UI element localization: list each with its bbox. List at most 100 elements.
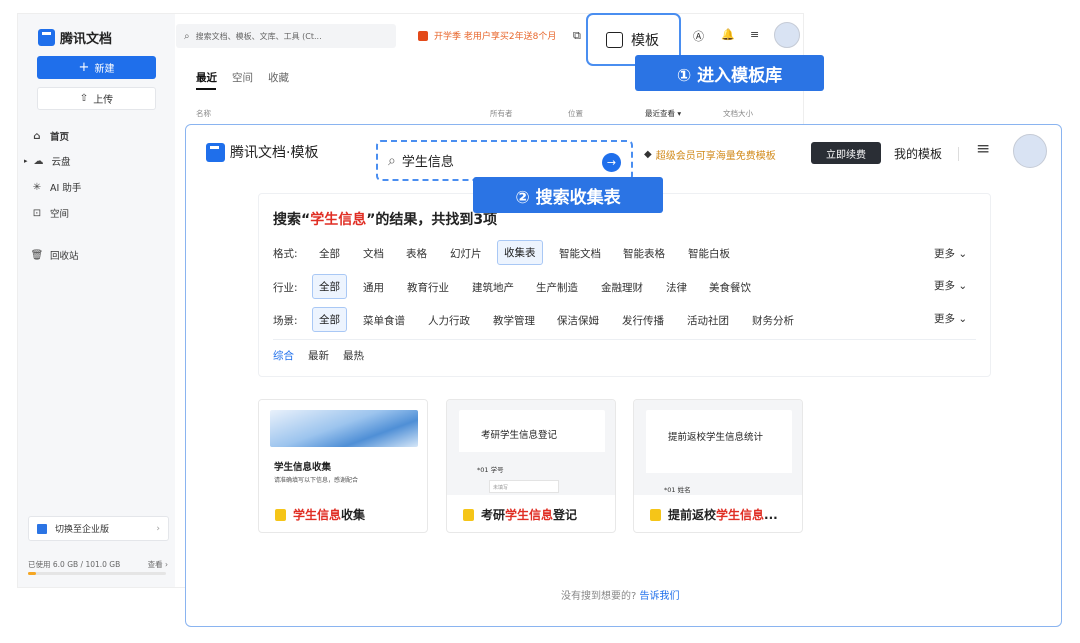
form-preview: 考研学生信息登记 *01 学号 未填写 bbox=[459, 410, 605, 495]
tab-underline bbox=[196, 88, 216, 90]
search-icon: ⌕ bbox=[388, 152, 396, 169]
thumb-field: *01 姓名 bbox=[664, 486, 691, 494]
step1-callout: ① 进入模板库 bbox=[635, 55, 824, 91]
filter-option[interactable]: 法律 bbox=[666, 280, 687, 295]
result-suffix: ”的结果，共找到3项 bbox=[366, 212, 498, 228]
filter-option[interactable]: 金融理财 bbox=[601, 280, 643, 295]
feedback-link[interactable]: 告诉我们 bbox=[640, 591, 680, 602]
template-thumbnail: 学生信息收集 请准确填写以下信息，感谢配合 bbox=[259, 400, 427, 495]
thumb-subtitle: 请准确填写以下信息，感谢配合 bbox=[274, 477, 359, 484]
vip-banner[interactable]: ◆ 超级会员可享海量免费模板 bbox=[644, 147, 776, 162]
thumb-title: 学生信息收集 bbox=[274, 462, 332, 473]
template-button[interactable]: 模板 bbox=[606, 30, 659, 50]
search-icon: ⌕ bbox=[184, 30, 190, 42]
sidebar-item-label: 云盘 bbox=[51, 157, 71, 168]
filter-option[interactable]: 表格 bbox=[406, 246, 427, 261]
enterprise-switch-button[interactable]: 切换至企业版 › bbox=[28, 516, 169, 541]
more-label: 更多 bbox=[934, 248, 955, 260]
template-logo[interactable]: 腾讯文档·模板 bbox=[206, 142, 318, 162]
filter-option-selected[interactable]: 全部 bbox=[312, 307, 347, 332]
sidebar-item-cloud[interactable]: ▸ ☁ 云盘 bbox=[24, 152, 71, 170]
more-label: 更多 bbox=[934, 280, 955, 292]
menu-icon[interactable]: ≡ bbox=[976, 139, 990, 159]
filter-option[interactable]: 通用 bbox=[363, 280, 384, 295]
plus-icon: + bbox=[78, 60, 90, 75]
bell-icon[interactable]: 🔔 bbox=[721, 28, 735, 41]
filter-option[interactable]: 人力行政 bbox=[428, 313, 470, 328]
devices-icon[interactable]: ⧉ bbox=[573, 29, 581, 43]
sidebar: 腾讯文档 + 新建 ⇧ 上传 ⌂ 首页 ▸ ☁ 云盘 ✳ AI 助手 ⊡ 空间 🗑 回收站 切换… bbox=[18, 14, 175, 587]
filter-option[interactable]: 智能表格 bbox=[623, 246, 665, 261]
filter-option[interactable]: 文档 bbox=[363, 246, 384, 261]
avatar[interactable] bbox=[1013, 134, 1047, 168]
template-card[interactable]: 提前返校学生信息统计 *01 姓名 提前返校 学生信息... bbox=[633, 399, 803, 533]
filter-option[interactable]: 全部 bbox=[319, 246, 340, 261]
filter-option[interactable]: 生产制造 bbox=[536, 280, 578, 295]
filter-option[interactable]: 智能白板 bbox=[688, 246, 730, 261]
sort-hottest[interactable]: 最热 bbox=[343, 348, 364, 363]
template-icon bbox=[606, 32, 623, 48]
tab-favorites[interactable]: 收藏 bbox=[268, 70, 289, 85]
sort-comprehensive[interactable]: 综合 bbox=[273, 348, 294, 363]
avatar[interactable] bbox=[774, 22, 800, 48]
sort-newest[interactable]: 最新 bbox=[308, 348, 329, 363]
menu-icon[interactable]: ≡ bbox=[750, 28, 759, 41]
promo-banner[interactable]: 开学季 老用户享买2年送8个月 bbox=[418, 29, 556, 42]
column-header-recent[interactable]: 最近查看 ▾ bbox=[645, 108, 681, 119]
storage-progress-bar bbox=[28, 572, 166, 575]
filter-option-selected[interactable]: 全部 bbox=[312, 274, 347, 299]
filter-option[interactable]: 建筑地产 bbox=[472, 280, 514, 295]
sidebar-item-ai[interactable]: ✳ AI 助手 bbox=[28, 178, 82, 196]
template-card-title: 学生信息 收集 bbox=[275, 506, 365, 523]
search-input[interactable]: ⌕ 搜索文档、模板、文库、工具 (Ct... bbox=[176, 24, 396, 48]
column-header-size[interactable]: 文档大小 bbox=[723, 108, 753, 119]
tab-space[interactable]: 空间 bbox=[232, 70, 253, 85]
filter-option[interactable]: 发行传播 bbox=[622, 313, 664, 328]
template-card[interactable]: 学生信息收集 请准确填写以下信息，感谢配合 学生信息 收集 bbox=[258, 399, 428, 533]
title-prefix: 提前返校 bbox=[668, 508, 717, 522]
more-dropdown[interactable]: 更多 ⌄ bbox=[934, 278, 967, 293]
sidebar-item-trash[interactable]: 🗑 回收站 bbox=[28, 246, 79, 264]
vip-text: 超级会员可享海量免费模板 bbox=[655, 151, 776, 162]
enterprise-switch-label: 切换至企业版 bbox=[55, 525, 110, 535]
upload-button[interactable]: ⇧ 上传 bbox=[37, 87, 156, 110]
filter-option[interactable]: 保洁保姆 bbox=[557, 313, 599, 328]
filter-option[interactable]: 教学管理 bbox=[493, 313, 535, 328]
form-doc-icon bbox=[650, 508, 661, 521]
filter-option[interactable]: 菜单食谱 bbox=[363, 313, 405, 328]
column-header-location[interactable]: 位置 bbox=[568, 108, 583, 119]
filter-option[interactable]: 财务分析 bbox=[752, 313, 794, 328]
sidebar-item-label: 空间 bbox=[50, 209, 70, 220]
thumb-title: 考研学生信息登记 bbox=[481, 430, 558, 441]
title-keyword: 学生信息 bbox=[293, 508, 342, 522]
template-card[interactable]: 考研学生信息登记 *01 学号 未填写 考研 学生信息 登记 bbox=[446, 399, 616, 533]
storage-used-text: 已使用 6.0 GB / 101.0 GB bbox=[28, 560, 121, 569]
ai-icon[interactable]: Ⓐ bbox=[693, 28, 704, 44]
search-go-button[interactable]: → bbox=[602, 153, 621, 172]
filter-option[interactable]: 活动社团 bbox=[687, 313, 729, 328]
template-search-input[interactable]: ⌕ 学生信息 → bbox=[376, 140, 633, 181]
filter-option[interactable]: 美食餐饮 bbox=[709, 280, 751, 295]
filter-option[interactable]: 教育行业 bbox=[407, 280, 449, 295]
column-header-name[interactable]: 名称 bbox=[196, 108, 211, 119]
result-title: 搜索“学生信息”的结果，共找到3项 bbox=[273, 209, 497, 229]
new-button[interactable]: + 新建 bbox=[37, 56, 156, 79]
storage-view-link[interactable]: 查看 › bbox=[148, 559, 168, 570]
thumb-input: 未填写 bbox=[489, 480, 559, 493]
sidebar-item-home[interactable]: ⌂ 首页 bbox=[28, 127, 69, 145]
space-icon: ⊡ bbox=[32, 207, 42, 219]
template-card-title: 考研 学生信息 登记 bbox=[463, 506, 577, 523]
more-dropdown[interactable]: 更多 ⌄ bbox=[934, 246, 967, 261]
app-logo[interactable]: 腾讯文档 bbox=[38, 28, 112, 47]
my-templates-link[interactable]: 我的模板 bbox=[894, 145, 942, 162]
sidebar-item-space[interactable]: ⊡ 空间 bbox=[28, 204, 69, 222]
filter-option[interactable]: 幻灯片 bbox=[450, 246, 482, 261]
column-header-owner[interactable]: 所有者 bbox=[490, 108, 513, 119]
more-dropdown[interactable]: 更多 ⌄ bbox=[934, 311, 967, 326]
tab-recent[interactable]: 最近 bbox=[196, 70, 217, 85]
renew-button[interactable]: 立即续费 bbox=[811, 142, 881, 164]
filter-label: 行业: bbox=[273, 282, 298, 294]
filter-option-selected[interactable]: 收集表 bbox=[497, 240, 543, 265]
building-icon bbox=[37, 523, 47, 534]
filter-option[interactable]: 智能文档 bbox=[559, 246, 601, 261]
